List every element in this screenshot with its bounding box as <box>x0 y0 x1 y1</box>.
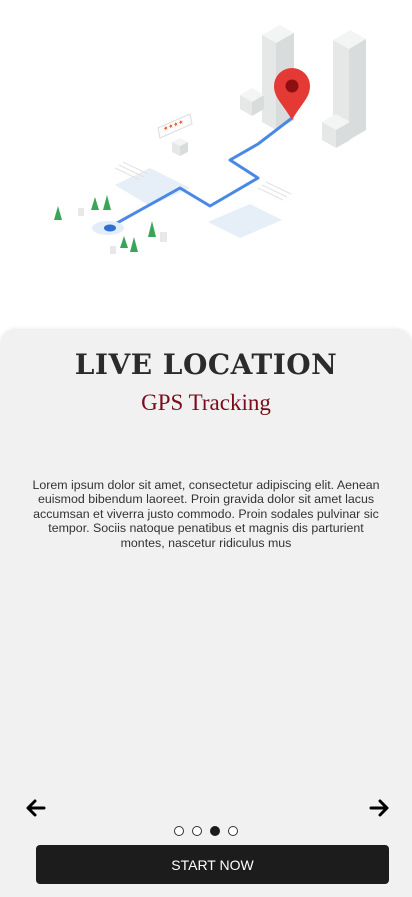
page-dot-4[interactable] <box>228 826 238 836</box>
description-text: Lorem ipsum dolor sit amet, consectetur … <box>32 478 380 550</box>
map-illustration: ★★★★ <box>54 25 366 254</box>
page-dot-3[interactable] <box>210 826 220 836</box>
building-icon <box>240 88 264 116</box>
arrow-left-icon <box>26 799 46 817</box>
page-subtitle: GPS Tracking <box>141 390 271 415</box>
start-point-icon <box>104 224 116 232</box>
page-dot-1[interactable] <box>174 826 184 836</box>
onboarding-card: Live Location GPS Tracking Lorem ipsum d… <box>0 330 412 897</box>
page-dot-2[interactable] <box>192 826 202 836</box>
rating-sign-icon: ★★★★ <box>157 113 193 139</box>
previous-slide-button[interactable] <box>24 796 48 820</box>
map-plate <box>208 204 282 238</box>
hero-illustration: ★★★★ <box>0 0 412 330</box>
arrow-right-icon <box>369 799 389 817</box>
building-icon <box>172 138 188 156</box>
page-title: Live Location <box>74 348 338 381</box>
page-indicator <box>0 826 412 838</box>
next-slide-button[interactable] <box>367 796 391 820</box>
start-now-button[interactable]: START NOW <box>36 845 389 884</box>
